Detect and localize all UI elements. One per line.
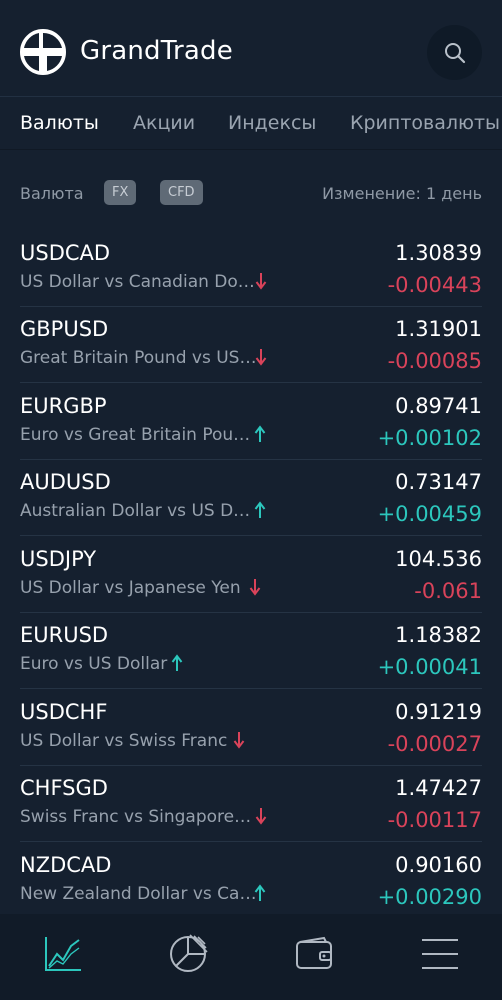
arrow-up-icon <box>254 884 266 901</box>
instrument-price: 1.31901 <box>395 317 482 341</box>
app-header: GrandTrade <box>0 0 502 96</box>
instrument-symbol: CHFSGD <box>20 776 108 800</box>
instrument-change: +0.00459 <box>377 502 482 526</box>
nav-quotes[interactable] <box>43 934 83 974</box>
arrow-down-icon <box>249 579 261 596</box>
filter-label: Валюта <box>20 184 84 203</box>
search-button[interactable] <box>427 25 482 80</box>
change-period-selector[interactable]: Изменение: 1 день <box>322 184 482 203</box>
arrow-up-icon <box>171 654 183 671</box>
list-item[interactable]: USDCAD US Dollar vs Canadian Do… 1.30839… <box>0 230 502 307</box>
arrow-down-icon <box>255 349 267 366</box>
instrument-change: +0.00102 <box>377 426 482 450</box>
instrument-symbol: EURUSD <box>20 623 109 647</box>
instrument-price: 0.90160 <box>395 853 482 877</box>
list-item[interactable]: USDCHF US Dollar vs Swiss Franc 0.91219 … <box>0 689 502 766</box>
list-item[interactable]: GBPUSD Great Britain Pound vs US… 1.3190… <box>0 306 502 383</box>
instrument-price: 1.30839 <box>395 241 482 265</box>
instrument-change: -0.00443 <box>387 273 482 297</box>
instrument-change: -0.00027 <box>387 732 482 756</box>
list-item[interactable]: CHFSGD Swiss Franc vs Singapore… 1.47427… <box>0 765 502 842</box>
list-item[interactable]: AUDUSD Australian Dollar vs US D… 0.7314… <box>0 459 502 536</box>
instrument-change: -0.00117 <box>387 808 482 832</box>
category-tabs: Валюты Акции Индексы Криптовалюты <box>0 96 502 150</box>
instrument-description: Australian Dollar vs US D… <box>20 501 251 521</box>
instrument-price: 104.536 <box>395 547 482 571</box>
list-item[interactable]: USDJPY US Dollar vs Japanese Yen 104.536… <box>0 536 502 613</box>
instrument-symbol: USDCHF <box>20 700 108 724</box>
wallet-icon <box>296 936 332 969</box>
instrument-change: +0.00041 <box>377 655 482 679</box>
instrument-change: -0.00085 <box>387 349 482 373</box>
instrument-symbol: USDCAD <box>20 241 111 265</box>
list-item[interactable]: EURGBP Euro vs Great Britain Pou… 0.8974… <box>0 383 502 460</box>
search-icon <box>444 42 465 63</box>
instrument-description: New Zealand Dollar vs Ca… <box>20 884 257 904</box>
instrument-description: Euro vs US Dollar <box>20 654 168 674</box>
filter-chip-fx[interactable]: FX <box>104 180 137 205</box>
tab-currencies[interactable]: Валюты <box>20 112 99 134</box>
instrument-price: 0.89741 <box>395 394 482 418</box>
instrument-price: 1.18382 <box>395 623 482 647</box>
list-item[interactable]: EURUSD Euro vs US Dollar 1.18382 +0.0004… <box>0 612 502 689</box>
list-item[interactable]: NZDCAD New Zealand Dollar vs Ca… 0.90160… <box>0 842 502 919</box>
pie-chart-icon <box>170 934 208 972</box>
chart-line-icon <box>45 937 81 971</box>
instrument-description: Great Britain Pound vs US… <box>20 348 257 368</box>
instrument-price: 0.73147 <box>395 470 482 494</box>
menu-icon <box>422 939 458 969</box>
instrument-symbol: GBPUSD <box>20 317 109 341</box>
nav-menu[interactable] <box>420 934 460 974</box>
instrument-symbol: AUDUSD <box>20 470 111 494</box>
filter-bar: Валюта FX CFD Изменение: 1 день <box>0 150 502 230</box>
arrow-down-icon <box>255 808 267 825</box>
instrument-description: US Dollar vs Canadian Do… <box>20 272 255 292</box>
instrument-symbol: NZDCAD <box>20 853 112 877</box>
arrow-up-icon <box>254 425 266 442</box>
filter-chip-cfd[interactable]: CFD <box>160 180 203 205</box>
tab-indices[interactable]: Индексы <box>228 112 316 134</box>
instrument-price: 1.47427 <box>395 776 482 800</box>
instrument-description: Swiss Franc vs Singapore… <box>20 807 252 827</box>
tab-crypto[interactable]: Криптовалюты <box>350 112 500 134</box>
grandtrade-logo-icon <box>20 29 66 75</box>
tab-stocks[interactable]: Акции <box>133 112 195 134</box>
instrument-symbol: EURGBP <box>20 394 107 418</box>
instrument-symbol: USDJPY <box>20 547 97 571</box>
instrument-description: US Dollar vs Swiss Franc <box>20 731 228 751</box>
app-title: GrandTrade <box>80 36 233 66</box>
arrow-down-icon <box>255 273 267 290</box>
instrument-description: US Dollar vs Japanese Yen <box>20 578 241 598</box>
arrow-down-icon <box>233 732 245 749</box>
nav-portfolio[interactable] <box>168 934 208 974</box>
instrument-price: 0.91219 <box>395 700 482 724</box>
instrument-change: +0.00290 <box>377 885 482 909</box>
bottom-navigation <box>0 914 502 1000</box>
instrument-description: Euro vs Great Britain Pou… <box>20 425 251 445</box>
nav-wallet[interactable] <box>294 934 334 974</box>
arrow-up-icon <box>254 501 266 518</box>
instrument-change: -0.061 <box>414 579 482 603</box>
